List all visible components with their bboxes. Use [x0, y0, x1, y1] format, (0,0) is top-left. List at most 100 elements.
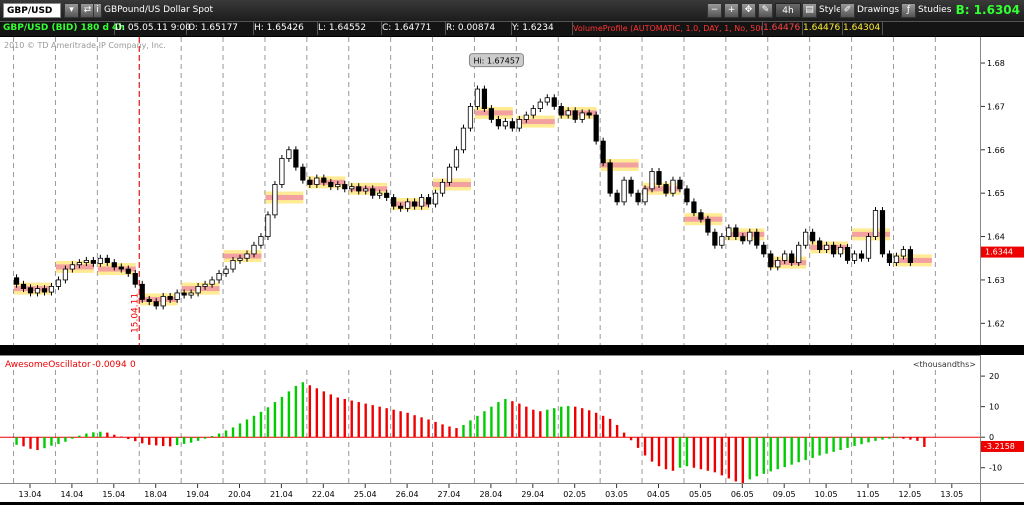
candle-up — [188, 292, 194, 296]
candle-up — [363, 188, 369, 192]
info-icon[interactable]: i — [93, 3, 102, 18]
time-tick-label: 11.05 — [857, 490, 880, 499]
osc-bar-down — [713, 437, 717, 473]
osc-bar-down — [615, 424, 619, 438]
osc-bar-down — [113, 434, 116, 438]
symbol-description: GBPound/US Dollar Spot — [104, 5, 214, 15]
candle-up — [621, 179, 627, 203]
osc-bar-up — [196, 437, 200, 441]
oscillator-panel[interactable] — [0, 370, 980, 483]
osc-bar-down — [420, 417, 423, 438]
studies-icon[interactable]: ƒ — [901, 3, 916, 18]
candle-down — [328, 181, 334, 188]
osc-bar-down — [406, 412, 409, 438]
candle-up — [649, 171, 655, 190]
candle-up — [34, 288, 41, 294]
osc-bar-down — [36, 437, 39, 451]
candle-up — [523, 114, 529, 120]
osc-bar-down — [622, 432, 626, 438]
symbol-input[interactable]: GBP/USD — [3, 3, 61, 18]
bar-high: H: 1.65426 — [251, 22, 318, 35]
style-icon[interactable]: ▤ — [802, 3, 817, 18]
candle-down — [740, 236, 746, 242]
osc-bar-down — [378, 406, 381, 438]
candle-up — [286, 149, 292, 159]
osc-bar-down — [364, 403, 367, 438]
candle-down — [27, 287, 34, 294]
panel-splitter[interactable] — [0, 345, 1024, 355]
oscillator-name[interactable]: AwesomeOscillator — [5, 360, 91, 370]
osc-bar-up — [825, 437, 828, 454]
candle-up — [223, 268, 229, 274]
osc-bar-down — [594, 412, 598, 438]
candle-up — [726, 227, 732, 237]
candle-up — [62, 268, 69, 281]
symbol-dropdown-icon[interactable]: ▾ — [64, 3, 79, 18]
osc-bar-up — [85, 433, 88, 438]
candle-down — [817, 240, 823, 250]
osc-bar-up — [748, 437, 751, 480]
osc-bar-up — [252, 415, 256, 438]
osc-bar-down — [448, 426, 451, 438]
osc-tick-label: -10 — [989, 464, 1002, 473]
osc-bar-down — [168, 437, 172, 447]
osc-bar-down — [434, 421, 437, 438]
candle-down — [481, 88, 488, 109]
zoom-out-icon[interactable]: − — [707, 3, 722, 18]
candle-up — [474, 88, 481, 107]
candle-down — [572, 110, 578, 120]
candle-down — [384, 192, 390, 198]
drawings-icon[interactable]: ✐ — [840, 3, 855, 18]
time-tick-label: 06.05 — [731, 490, 754, 499]
osc-bar-down — [664, 437, 668, 470]
price-axis[interactable]: 1.68 1.67 1.66 1.65 1.64 1.63 1.62 1.6344 — [980, 37, 1024, 345]
osc-bar-down — [127, 437, 130, 440]
osc-bar-down — [161, 437, 165, 447]
price-chart-panel[interactable]: 15.04.11 2010 © TD Ameritrade IP Company… — [0, 37, 980, 345]
osc-bar-down — [134, 437, 137, 442]
oscillator-units: <thousandths> — [913, 360, 976, 369]
candle-down — [391, 197, 397, 207]
drag-icon[interactable]: ✥ — [741, 3, 756, 18]
osc-bar-up — [203, 437, 207, 439]
price-tick-label: 1.68 — [987, 59, 1005, 68]
osc-bar-down — [539, 411, 542, 438]
osc-bar-up — [874, 437, 877, 441]
candle-down — [181, 292, 187, 296]
style-button[interactable]: Style — [819, 3, 842, 18]
candle-down — [398, 205, 404, 209]
candle-up — [160, 296, 166, 307]
osc-bar-down — [371, 405, 374, 438]
candle-up — [418, 197, 425, 207]
studies-button[interactable]: Studies — [918, 3, 951, 18]
time-axis[interactable]: 13.04 14.04 15.04 18.04 19.04 20.04 21.04 22.04… — [0, 483, 980, 502]
timeframe-button[interactable]: 4h — [775, 3, 801, 18]
osc-bar-down — [357, 402, 360, 438]
osc-bar-up — [43, 437, 46, 449]
drawing-tool-icon[interactable]: ✎ — [758, 3, 773, 18]
high-label: Hi: 1.67457 — [473, 57, 520, 66]
osc-tick-label: 20 — [989, 372, 999, 381]
candle-up — [824, 244, 830, 250]
osc-bar-down — [650, 437, 654, 462]
candle-up — [195, 286, 201, 294]
osc-bar-down — [699, 437, 703, 470]
price-chart[interactable]: 15.04.11 2010 © TD Ameritrade IP Company… — [0, 37, 980, 345]
candle-down — [663, 184, 669, 194]
volume-profile-poc — [265, 195, 304, 201]
osc-bar-down — [741, 437, 745, 483]
candle-down — [411, 201, 418, 207]
osc-bar-down — [385, 408, 388, 438]
osc-bar-up — [678, 437, 682, 468]
oscillator-axis[interactable]: 20 10 0 -10 -3.2158 — [980, 355, 1024, 483]
candle-down — [321, 177, 327, 183]
zoom-in-icon[interactable]: + — [724, 3, 739, 18]
osc-bar-up — [224, 430, 228, 438]
volume-profile-poc — [433, 181, 471, 187]
oscillator-chart[interactable] — [0, 370, 980, 483]
candle-down — [705, 218, 711, 233]
volume-profile-label[interactable]: VolumeProfile (AUTOMATIC, 1.0, DAY, 1, N… — [570, 22, 763, 35]
osc-bar-up — [895, 437, 898, 439]
candle-up — [642, 188, 648, 203]
drawings-button[interactable]: Drawings — [857, 3, 899, 18]
